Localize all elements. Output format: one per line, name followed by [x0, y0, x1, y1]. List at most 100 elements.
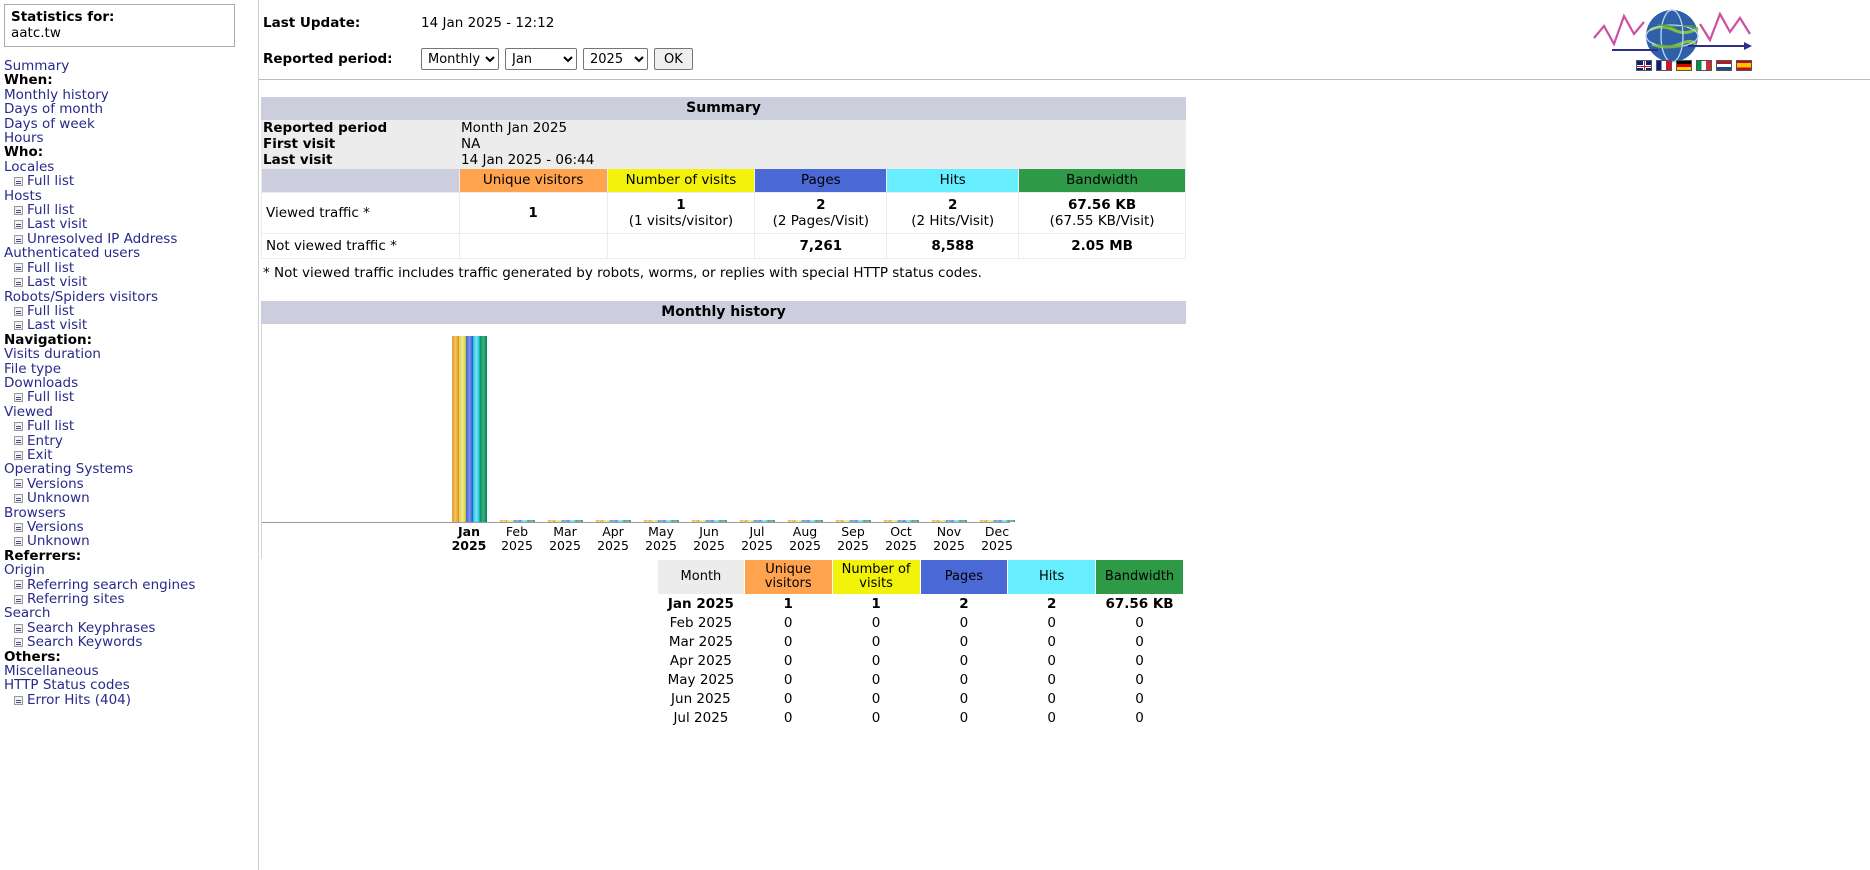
- ok-button[interactable]: OK: [654, 48, 693, 70]
- sidebar-subitem-browsers-unknown-label[interactable]: Unknown: [27, 534, 90, 549]
- monthly-cell-visits: 0: [871, 691, 881, 707]
- sidebar-item-summary[interactable]: Summary: [2, 59, 258, 74]
- monthly-cell-pages: 2: [959, 596, 969, 612]
- sidebar-subitem-search-keywords[interactable]: Search Keywords: [2, 635, 258, 650]
- sidebar-subitem-os-unknown-label[interactable]: Unknown: [27, 491, 90, 506]
- flag-de-icon[interactable]: [1676, 60, 1692, 71]
- flag-fr-icon[interactable]: [1656, 60, 1672, 71]
- sidebar-subitem-referring-sites[interactable]: Referring sites: [2, 592, 258, 606]
- sidebar-subitem-entry[interactable]: Entry: [2, 433, 258, 448]
- sidebar-subitem-error-hits-404[interactable]: Error Hits (404): [2, 692, 258, 707]
- sidebar-subitem-locales-full-list[interactable]: Full list: [2, 174, 258, 189]
- sidebar-subitem-browsers-versions-label[interactable]: Versions: [27, 520, 84, 535]
- period-type-select[interactable]: MonthlyYearly: [421, 48, 499, 70]
- sidebar-subitem-robots-full-list[interactable]: Full list: [2, 303, 258, 318]
- sidebar-item-viewed[interactable]: Viewed: [2, 404, 258, 419]
- sidebar-item-hours[interactable]: Hours: [2, 131, 258, 146]
- monthly-col-label-line: Bandwidth: [1104, 569, 1175, 584]
- sidebar-subitem-referring-search-engines[interactable]: Referring search engines: [2, 577, 258, 592]
- sidebar-subitem-robots-last-visit-label[interactable]: Last visit: [27, 318, 87, 333]
- monthly-cell-month: Apr 2025: [669, 653, 732, 669]
- sidebar-item-downloads[interactable]: Downloads: [2, 376, 258, 391]
- sidebar-subitem-auth-last-visit-label[interactable]: Last visit: [27, 275, 87, 290]
- flag-en-icon[interactable]: [1636, 60, 1652, 71]
- monthly-cell-unique-visitors: 0: [783, 691, 793, 707]
- sidebar-subitem-auth-last-visit[interactable]: Last visit: [2, 275, 258, 290]
- monthly-col-month: Month: [657, 559, 745, 595]
- chart-x-label-line: 2025: [693, 538, 725, 553]
- sidebar-subitem-entry-label[interactable]: Entry: [27, 433, 63, 448]
- monthly-col-label-line: Hits: [1039, 569, 1065, 584]
- monthly-table-header-row: Month Unique visitors Number of visits Pag…: [657, 559, 1184, 595]
- sidebar-item-visits-duration[interactable]: Visits duration: [2, 347, 258, 362]
- sidebar-subitem-browsers-unknown[interactable]: Unknown: [2, 534, 258, 549]
- sidebar-subitem-error-hits-404-label[interactable]: Error Hits (404): [27, 692, 131, 707]
- flag-es-icon[interactable]: [1736, 60, 1752, 71]
- sidebar-item-file-type[interactable]: File type: [2, 361, 258, 376]
- sidebar-item-hosts[interactable]: Hosts: [2, 188, 258, 203]
- sidebar-subitem-hosts-last-visit[interactable]: Last visit: [2, 217, 258, 232]
- statistics-for-box: Statistics for: aatc.tw: [4, 4, 235, 47]
- sidebar-subitem-auth-full-list-label[interactable]: Full list: [27, 260, 74, 275]
- flag-it-icon[interactable]: [1696, 60, 1712, 71]
- sidebar-item-http-status-codes[interactable]: HTTP Status codes: [2, 678, 258, 693]
- sidebar-subitem-os-versions-label[interactable]: Versions: [27, 476, 84, 491]
- flag-nl-icon[interactable]: [1716, 60, 1732, 71]
- chart-x-label-line: Aug: [792, 524, 818, 539]
- sidebar-subitem-viewed-full-list-label[interactable]: Full list: [27, 419, 74, 434]
- sidebar-subitem-hosts-full-list-label[interactable]: Full list: [27, 203, 74, 218]
- summary-table-header-row: Unique visitors Number of visits Pages H…: [261, 168, 1186, 193]
- monthly-cell-pages: 0: [959, 653, 969, 669]
- sidebar-item-search[interactable]: Search: [2, 606, 258, 621]
- sidebar-item-operating-systems[interactable]: Operating Systems: [2, 462, 258, 477]
- monthly-cell-hits: 2: [1046, 596, 1057, 612]
- sidebar-subitem-downloads-full-list[interactable]: Full list: [2, 390, 258, 405]
- summary-kv-row: Last visit 14 Jan 2025 - 06:44: [261, 152, 1186, 168]
- sidebar-item-browsers[interactable]: Browsers: [2, 505, 258, 520]
- sidebar-subitem-referring-search-engines-label[interactable]: Referring search engines: [27, 577, 195, 592]
- list-bullet-icon: [14, 479, 23, 489]
- sidebar-subitem-locales-full-list-label[interactable]: Full list: [27, 174, 74, 189]
- sidebar-subitem-robots-last-visit[interactable]: Last visit: [2, 318, 258, 333]
- sidebar-subitem-browsers-versions[interactable]: Versions: [2, 520, 258, 534]
- chart-x-label-line: 2025: [741, 538, 773, 553]
- sidebar-item-robots-spiders-visitors[interactable]: Robots/Spiders visitors: [2, 289, 258, 304]
- sidebar-subitem-os-unknown[interactable]: Unknown: [2, 491, 258, 506]
- monthly-cell-unique-visitors: 1: [783, 596, 793, 612]
- sidebar-subitem-viewed-full-list[interactable]: Full list: [2, 419, 258, 434]
- monthly-cell-visits: 0: [871, 634, 881, 650]
- sidebar-subitem-unresolved-ip-address[interactable]: Unresolved IP Address: [2, 231, 258, 246]
- sidebar-subitem-unresolved-ip-address-label[interactable]: Unresolved IP Address: [27, 231, 177, 246]
- sidebar-subitem-os-versions[interactable]: Versions: [2, 476, 258, 491]
- sidebar-item-locales[interactable]: Locales: [2, 159, 258, 174]
- report-header: Last Update: 14 Jan 2025 - 12:12 Reporte…: [259, 0, 1870, 80]
- sidebar-subitem-search-keyphrases-label[interactable]: Search Keyphrases: [27, 620, 155, 635]
- sidebar-subitem-auth-full-list[interactable]: Full list: [2, 260, 258, 275]
- sidebar-subitem-robots-full-list-label[interactable]: Full list: [27, 303, 74, 318]
- month-select[interactable]: JanFebMarAprMayJunJulAugSepOctNovDecYear: [505, 48, 577, 70]
- sidebar-subitem-hosts-full-list[interactable]: Full list: [2, 203, 258, 217]
- chart-x-label-line: Nov: [936, 524, 962, 539]
- viewed-visits: 1 (1 visits/visitor): [606, 192, 756, 234]
- sidebar-item-miscellaneous[interactable]: Miscellaneous: [2, 664, 258, 679]
- sidebar-subitem-exit-label[interactable]: Exit: [27, 448, 53, 463]
- sidebar-subitem-referring-sites-label[interactable]: Referring sites: [27, 592, 125, 607]
- sidebar-subitem-hosts-last-visit-label[interactable]: Last visit: [27, 217, 87, 232]
- monthly-cell-hits: 0: [1047, 634, 1056, 650]
- chart-bar-ht: [473, 336, 480, 522]
- sidebar-subitem-downloads-full-list-label[interactable]: Full list: [27, 390, 74, 405]
- chart-bar-nv: [459, 336, 466, 522]
- monthly-cell-visits: 0: [871, 672, 881, 688]
- monthly-cell-bandwidth: 0: [1135, 691, 1144, 707]
- year-select[interactable]: 202520242023: [583, 48, 648, 70]
- sidebar-subitem-search-keyphrases[interactable]: Search Keyphrases: [2, 620, 258, 635]
- sidebar-item-days-of-month[interactable]: Days of month: [2, 102, 258, 117]
- sidebar-subitem-search-keywords-label[interactable]: Search Keywords: [27, 635, 142, 650]
- sidebar-subitem-exit[interactable]: Exit: [2, 448, 258, 462]
- main-content: Last Update: 14 Jan 2025 - 12:12 Reporte…: [258, 0, 1870, 870]
- sidebar-item-days-of-week[interactable]: Days of week: [2, 116, 258, 131]
- sidebar-item-authenticated-users[interactable]: Authenticated users: [2, 246, 258, 261]
- monthly-cell-pages: 0: [959, 710, 969, 726]
- sidebar-item-origin[interactable]: Origin: [2, 563, 258, 578]
- sidebar-item-monthly-history[interactable]: Monthly history: [2, 87, 258, 102]
